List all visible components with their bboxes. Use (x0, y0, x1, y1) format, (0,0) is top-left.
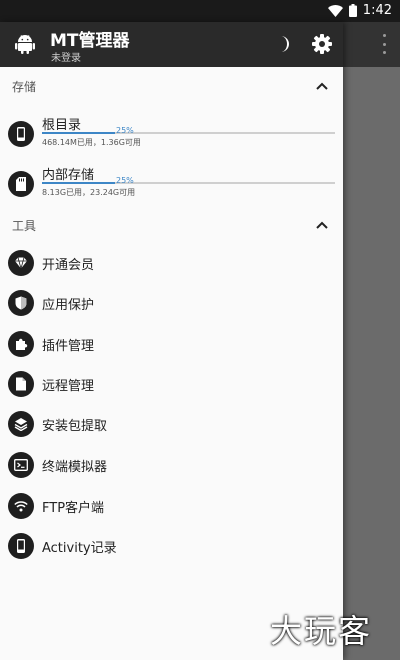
layers-icon (8, 411, 34, 437)
status-time: 1:42 (362, 3, 392, 18)
storage-section-header[interactable]: 存储 (0, 74, 343, 100)
status-icons: 1:42 (327, 3, 392, 18)
tool-label: 安装包提取 (42, 419, 108, 434)
tool-label: FTP客户端 (42, 501, 105, 516)
battery-icon (348, 4, 357, 17)
storage-name: 内部存储 (42, 168, 95, 183)
tools-section-header[interactable]: 工具 (0, 213, 343, 239)
storage-item-internal[interactable]: 内部存储 25% 8.13G已用，23.24G可用 (0, 163, 343, 203)
status-bar: 1:42 (0, 0, 400, 22)
android-icon (15, 35, 35, 54)
wifi-icon (327, 4, 343, 17)
tool-label: Activity记录 (42, 541, 117, 556)
tool-item-membership[interactable]: 开通会员 (0, 243, 343, 283)
storage-usage-fill (42, 132, 116, 134)
chevron-up-icon[interactable] (315, 79, 329, 93)
moon-icon[interactable] (272, 33, 294, 55)
storage-usage-bar (42, 132, 335, 134)
tool-label: 应用保护 (42, 298, 95, 313)
more-options-icon[interactable] (382, 34, 386, 54)
diamond-icon (8, 250, 34, 276)
storage-percent: 25% (116, 126, 134, 135)
file-icon (8, 371, 34, 397)
phone-icon (8, 121, 34, 147)
storage-usage-fill (42, 182, 116, 184)
tool-label: 远程管理 (42, 379, 95, 394)
chevron-up-icon[interactable] (315, 218, 329, 232)
storage-item-root[interactable]: 根目录 25% 468.14M已用，1.36G可用 (0, 113, 343, 153)
gear-icon[interactable] (311, 33, 333, 55)
phone-icon (8, 533, 34, 559)
watermark-text: 大玩客 (270, 612, 373, 650)
sd-card-icon (8, 171, 34, 197)
tool-label: 开通会员 (42, 258, 95, 273)
tool-item-ftp-client[interactable]: FTP客户端 (0, 486, 343, 526)
tool-item-remote-management[interactable]: 远程管理 (0, 364, 343, 404)
tool-label: 终端模拟器 (42, 460, 108, 475)
storage-detail: 468.14M已用，1.36G可用 (42, 138, 141, 147)
terminal-icon (8, 452, 34, 478)
tool-item-plugin-management[interactable]: 插件管理 (0, 324, 343, 364)
section-title: 存储 (12, 80, 37, 94)
tool-item-app-protection[interactable]: 应用保护 (0, 283, 343, 323)
storage-name: 根目录 (42, 118, 82, 133)
storage-usage-bar (42, 182, 335, 184)
storage-detail: 8.13G已用，23.24G可用 (42, 188, 136, 197)
tool-item-activity-log[interactable]: Activity记录 (0, 526, 343, 566)
wifi-icon (8, 493, 34, 519)
drawer-header: MT管理器 未登录 (0, 22, 343, 67)
section-title: 工具 (12, 219, 37, 233)
tool-item-terminal[interactable]: 终端模拟器 (0, 445, 343, 485)
puzzle-icon (8, 331, 34, 357)
login-status[interactable]: 未登录 (51, 49, 81, 64)
navigation-drawer: MT管理器 未登录 存储 根目录 25% 468.14M已用，1.36G可用 内… (0, 22, 343, 660)
tool-item-apk-extract[interactable]: 安装包提取 (0, 404, 343, 444)
app-title: MT管理器 (50, 31, 130, 51)
storage-percent: 25% (116, 176, 134, 185)
shield-icon (8, 290, 34, 316)
tool-label: 插件管理 (42, 339, 95, 354)
